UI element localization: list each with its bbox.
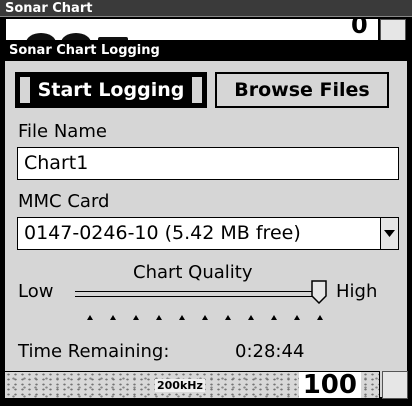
chart-quality-slider[interactable] — [75, 291, 323, 297]
slider-tick — [294, 315, 300, 320]
slider-tick — [179, 315, 185, 320]
time-remaining-label: Time Remaining: — [18, 341, 170, 362]
slider-tick — [87, 315, 93, 320]
mmc-card-value: 0147-0246-10 (5.42 MB free) — [24, 222, 301, 244]
slider-tick — [202, 315, 208, 320]
file-name-label: File Name — [18, 121, 107, 142]
slider-tick — [225, 315, 231, 320]
slider-tick — [133, 315, 139, 320]
slider-tick — [248, 315, 254, 320]
time-remaining-value: 0:28:44 — [235, 341, 305, 362]
slider-thumb[interactable] — [311, 280, 327, 305]
frequency-readout: 200kHz — [155, 379, 205, 392]
start-logging-label: Start Logging — [29, 77, 193, 103]
file-name-field[interactable]: Chart1 — [17, 147, 399, 180]
chevron-down-icon[interactable] — [380, 218, 398, 249]
mmc-card-label: MMC Card — [18, 191, 110, 212]
chart-quality-label: Chart Quality — [133, 262, 253, 283]
depth-readout: 100 — [298, 372, 361, 398]
browse-files-button[interactable]: Browse Files — [215, 72, 389, 108]
slider-tick — [317, 315, 323, 320]
sonar-chart-logging-dialog: Sonar Chart Logging Start Logging Browse… — [4, 40, 408, 398]
slider-ticks — [87, 315, 323, 325]
slider-tick — [271, 315, 277, 320]
window-title: Sonar Chart — [0, 0, 412, 17]
sonar-status-bar: 200kHz 100 — [4, 371, 380, 399]
start-logging-button[interactable]: Start Logging — [15, 72, 207, 108]
mmc-card-select[interactable]: 0147-0246-10 (5.42 MB free) — [17, 217, 399, 250]
slider-tick — [156, 315, 162, 320]
quality-low-label: Low — [18, 281, 54, 302]
dialog-title: Sonar Chart Logging — [5, 41, 407, 61]
depth-digit: 0 — [351, 19, 368, 39]
quality-high-label: High — [336, 281, 378, 302]
slider-tick — [110, 315, 116, 320]
status-scrollbar[interactable] — [382, 371, 408, 399]
